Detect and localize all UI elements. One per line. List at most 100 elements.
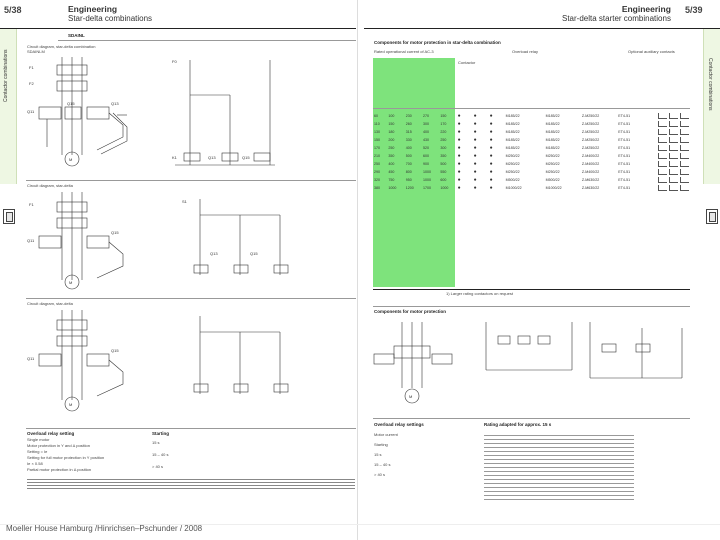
table-cell: ET4-51 [618,146,631,150]
aux-contact-symbol [657,128,668,136]
table-cell: M185/22 [505,114,520,118]
table-cell: 1000 [388,186,397,190]
left-note: Partial motor protection in Δ position [27,467,92,472]
table-cell: 250 [440,138,447,142]
table-cell: 600 [423,154,430,158]
table-cell-dot: ● [473,113,477,119]
table-cell: Z-M400/22 [581,154,600,158]
table-cell: 250 [388,146,395,150]
table-cell: ET4-51 [618,114,631,118]
circuit1-code: SDAINLM [27,49,45,54]
table-cell: 400 [405,146,412,150]
right-header: Engineering Star-delta starter combinati… [562,5,671,24]
aux-contact-symbol [679,120,690,128]
table-cell-dot: ● [457,177,461,183]
left-divider-2 [26,180,356,181]
table-cell: 220 [440,130,447,134]
table-row: 110 150 260 300 170 ● ● ● M185/22 M185/22 Z-M250/2… [373,120,690,128]
table-cell-dot: ● [473,153,477,159]
table-cell: M250/22 [545,170,560,174]
svg-text:S1: S1 [182,199,188,204]
table-cell: 350 [440,154,447,158]
table-cell: 1700 [423,186,432,190]
table-cell: 400 [423,130,430,134]
table-cell: 1000 [423,170,432,174]
table-cell: M185/22 [505,138,520,142]
table-cell-dot: ● [489,161,493,167]
table-cell-dot: ● [473,161,477,167]
left-notes-right-title: Starting [152,431,170,436]
table-cell: 430 [423,138,430,142]
aux-contact-symbol [679,136,690,144]
table-cell: 210 [374,154,380,158]
right-notes-right-title: Rating adapted for approx. 15 s [484,422,552,427]
left-tab-icon[interactable] [3,209,15,224]
table-cell: 110 [374,122,380,126]
svg-text:Q13: Q13 [111,101,119,106]
left-note-value: > 40 s [152,464,164,469]
column-group-contactor: Contactor [458,60,476,65]
circuit3-control-diagram [193,316,289,394]
table-cell: M1000/22 [545,186,562,190]
right-notes-text-block [484,432,634,500]
table-header-rule [373,108,690,109]
table-cell: 260 [405,122,412,126]
right-sidebar-label: Contactor combinations [707,58,713,111]
table-cell-dot: ● [457,169,461,175]
aux-contact-symbol [657,144,668,152]
table-cell: M185/22 [545,138,560,142]
left-header: Engineering Star-delta combinations [68,5,153,24]
table-cell: M250/22 [505,154,520,158]
table-cell: 170 [440,122,447,126]
right-lower-title: Components for motor protection [374,309,446,314]
left-header-subtitle: Star-delta combinations [68,14,153,23]
aux-contact-symbol [668,136,679,144]
table-cell-dot: ● [457,153,461,159]
aux-contact-symbol [668,120,679,128]
aux-contact-symbol [679,160,690,168]
table-cell: 550 [440,170,447,174]
right-note: Motor current [374,432,398,437]
table-cell: 130 [374,130,380,134]
left-notes-text-block [27,477,355,491]
table-row: 380 1000 1200 1700 1000 ● ● ● M1000/22 M1000/22 Z-… [373,184,690,192]
table-cell: 350 [388,154,395,158]
aux-contact-symbol [668,112,679,120]
svg-text:M: M [69,402,72,407]
left-note-value: 15 – 40 s [152,452,169,457]
table-row: 170 250 400 520 300 ● ● ● M185/22 M185/22 Z-M250/2… [373,144,690,152]
table-cell: M500/22 [505,178,520,182]
table-cell: 520 [423,146,430,150]
table-cell: 600 [440,178,447,182]
table-cell-dot: ● [489,185,493,191]
table-row: 210 350 500 600 350 ● ● ● M250/22 M250/22 Z-M400/2… [373,152,690,160]
right-note: > 40 s [374,472,386,477]
table-cell-dot: ● [473,169,477,175]
footer-credit: Moeller House Hamburg /Hinrichsen–Pschun… [6,524,203,533]
table-cell-dot: ● [473,185,477,191]
table-cell: M185/22 [505,146,520,150]
table-cell: 180 [388,130,395,134]
table-cell: 1200 [405,186,414,190]
table-row: 320 750 950 1000 600 ● ● ● M500/22 M500/22 Z-M630/… [373,176,690,184]
left-header-rule [0,28,356,29]
table-cell: 1000 [440,186,449,190]
table-cell: M250/22 [545,154,560,158]
svg-text:F1: F1 [29,65,34,70]
table-cell: Z-M630/22 [581,178,600,182]
right-note: Starting [374,442,388,447]
table-cell: Z-M250/22 [581,138,600,142]
right-header-rule [364,28,720,29]
table-cell-dot: ● [473,129,477,135]
svg-text:F2: F2 [29,81,34,86]
table-cell: M185/22 [505,122,520,126]
aux-contact-symbol [679,168,690,176]
table-cell-dot: ● [489,169,493,175]
table-cell: Z-M250/22 [581,146,600,150]
left-divider-3 [26,298,356,299]
table-cell-dot: ● [457,113,461,119]
table-cell: 320 [374,178,380,182]
right-tab-icon[interactable] [706,209,718,224]
right-notes-title: Overload relay settings [374,422,424,427]
aux-contact-symbol [679,144,690,152]
